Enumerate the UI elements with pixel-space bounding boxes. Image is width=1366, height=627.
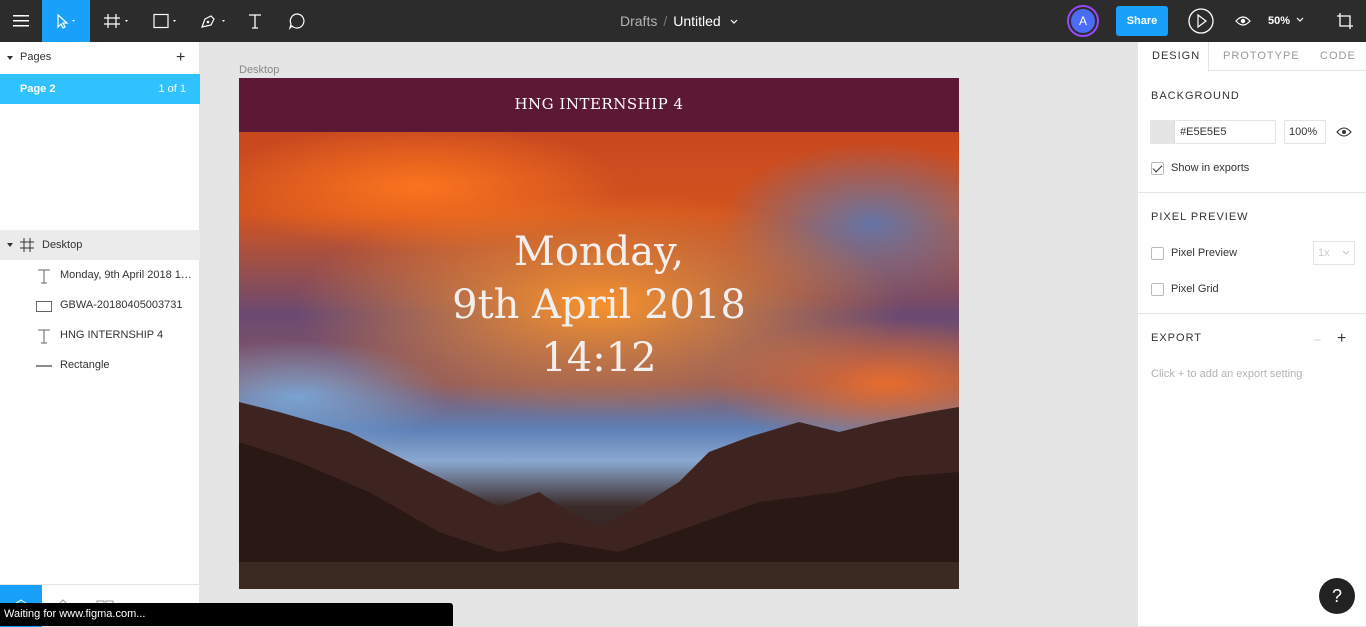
avatar-initial: A: [1071, 9, 1095, 33]
layer-item[interactable]: GBWA-20180405003731: [0, 290, 200, 320]
pixel-preview-scale-select[interactable]: 1x: [1313, 241, 1355, 265]
frame-label[interactable]: Desktop: [239, 64, 279, 76]
layer-name: Desktop: [42, 239, 83, 251]
comment-icon: [288, 13, 305, 30]
page-name: Page 2: [20, 83, 56, 95]
view-settings-button[interactable]: [1230, 0, 1256, 42]
present-button[interactable]: [1186, 0, 1216, 42]
frame-icon: [104, 14, 128, 28]
divider: [1138, 313, 1366, 314]
export-section-title: EXPORT: [1151, 332, 1203, 344]
zoom-level: 50%: [1268, 15, 1291, 27]
help-button[interactable]: ?: [1319, 578, 1355, 614]
remove-export-icon[interactable]: –: [1314, 332, 1321, 346]
play-icon: [1188, 8, 1214, 34]
hamburger-icon: [13, 15, 29, 27]
image-icon: [36, 301, 52, 312]
eye-icon[interactable]: [1336, 126, 1352, 138]
background-opacity-input[interactable]: 100%: [1284, 120, 1326, 144]
page-count: 1 of 1: [158, 83, 186, 95]
line-icon: [36, 365, 52, 367]
export-frame-button[interactable]: [1330, 0, 1360, 42]
caret-down-icon[interactable]: [7, 243, 13, 247]
frame-icon: [20, 238, 34, 252]
user-avatar[interactable]: A: [1067, 5, 1099, 37]
share-button[interactable]: Share: [1116, 6, 1168, 36]
layer-root-desktop[interactable]: Desktop: [0, 230, 200, 260]
pointer-icon: [57, 13, 75, 29]
show-in-exports-checkbox[interactable]: [1151, 162, 1164, 175]
export-hint: Click + to add an export setting: [1151, 368, 1303, 380]
chevron-down-icon: [1296, 17, 1304, 22]
pixel-grid-checkbox[interactable]: [1151, 283, 1164, 296]
properties-tabs: DESIGN PROTOTYPE CODE: [1138, 42, 1366, 72]
desktop-frame[interactable]: HNG INTERNSHIP 4 Monday, 9th April 2018 …: [239, 78, 959, 589]
color-swatch[interactable]: [1151, 121, 1175, 143]
pen-tool-button[interactable]: [194, 0, 234, 42]
file-breadcrumb: Drafts / Untitled: [620, 0, 739, 42]
background-color-field[interactable]: #E5E5E5: [1150, 120, 1276, 144]
pen-icon: [201, 15, 225, 28]
text-icon: [38, 269, 50, 284]
chevron-down-icon: [1342, 250, 1350, 255]
background-hex[interactable]: #E5E5E5: [1180, 126, 1226, 138]
layer-name: GBWA-20180405003731: [60, 299, 183, 311]
main-menu-button[interactable]: [0, 0, 42, 42]
time-line: 14:12: [541, 335, 657, 381]
text-tool-button[interactable]: [240, 0, 270, 42]
pixel-preview-label: Pixel Preview: [1171, 247, 1238, 259]
zoom-menu[interactable]: 50%: [1268, 0, 1305, 42]
rectangle-icon: [153, 13, 176, 29]
text-icon: [38, 329, 50, 344]
date-line-day: Monday,: [513, 229, 685, 275]
pixel-preview-scale: 1x: [1318, 247, 1330, 259]
pixel-grid-label: Pixel Grid: [1171, 283, 1219, 295]
header-title[interactable]: HNG INTERNSHIP 4: [239, 78, 959, 132]
layers-panel: Pages + Page 2 1 of 1 Desktop Monday, 9t…: [0, 42, 200, 627]
comment-tool-button[interactable]: [282, 0, 312, 42]
tab-design[interactable]: DESIGN: [1152, 50, 1200, 62]
add-page-icon[interactable]: +: [176, 50, 185, 66]
pixel-preview-section-title: PIXEL PREVIEW: [1151, 211, 1249, 223]
date-line-date: 9th April 2018: [452, 282, 746, 328]
pixel-preview-checkbox[interactable]: [1151, 247, 1164, 260]
layer-name: Monday, 9th April 2018 14:12: [60, 269, 194, 281]
status-bar: Waiting for www.figma.com...: [0, 603, 453, 626]
show-in-exports-label: Show in exports: [1171, 162, 1250, 174]
shape-tool-button[interactable]: [146, 0, 186, 42]
divider: [1138, 192, 1366, 193]
toolbar: Drafts / Untitled A Share 50%: [0, 0, 1366, 42]
eye-icon: [1235, 16, 1251, 26]
datetime-text[interactable]: Monday, 9th April 2018 14:12: [239, 226, 959, 385]
background-section-title: BACKGROUND: [1151, 90, 1240, 102]
file-name[interactable]: Untitled: [673, 13, 720, 29]
layer-item[interactable]: HNG INTERNSHIP 4: [0, 320, 200, 350]
caret-down-icon[interactable]: [7, 56, 13, 60]
layer-item[interactable]: Rectangle: [0, 350, 200, 380]
tab-prototype[interactable]: PROTOTYPE: [1223, 50, 1300, 62]
page-item[interactable]: Page 2 1 of 1: [0, 74, 200, 104]
layer-item[interactable]: Monday, 9th April 2018 14:12: [0, 260, 200, 290]
properties-panel: DESIGN PROTOTYPE CODE BACKGROUND #E5E5E5…: [1137, 42, 1366, 626]
text-icon: [249, 14, 261, 29]
layer-name: HNG INTERNSHIP 4: [60, 329, 164, 341]
tab-code[interactable]: CODE: [1320, 50, 1356, 62]
breadcrumb-folder[interactable]: Drafts: [620, 13, 657, 29]
add-export-icon[interactable]: +: [1337, 331, 1346, 347]
layer-name: Rectangle: [60, 359, 110, 371]
pages-title: Pages: [20, 51, 52, 63]
chevron-down-icon[interactable]: [729, 18, 739, 26]
breadcrumb-separator: /: [663, 13, 668, 29]
pages-header[interactable]: Pages +: [0, 42, 200, 74]
move-tool-button[interactable]: [42, 0, 90, 42]
crop-icon: [1337, 13, 1353, 29]
frame-tool-button[interactable]: [96, 0, 138, 42]
